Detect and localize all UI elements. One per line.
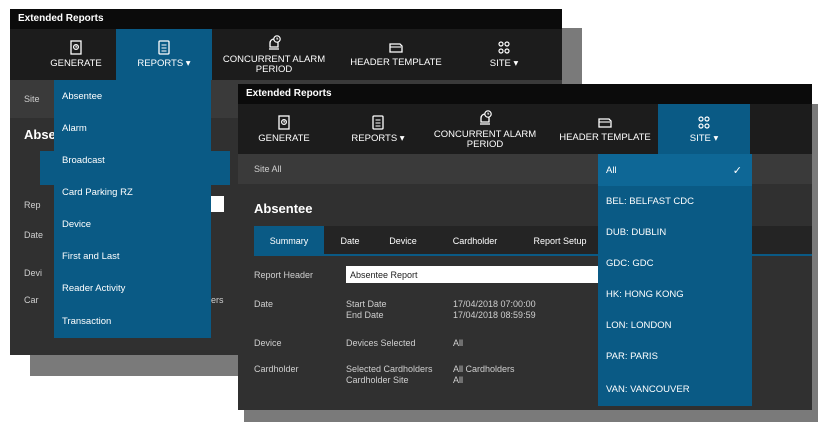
front-concurrent-line1: CONCURRENT ALARM [433,128,537,140]
front-reports-label: REPORTS ▾ [351,132,405,144]
start-date-label: Start Date [346,299,387,309]
reports-menu-item-first-and-last[interactable]: First and Last [54,240,211,272]
back-reports-button[interactable]: REPORTS ▾ [116,29,212,80]
reports-menu-item-device[interactable]: Device [54,208,211,240]
back-site-button[interactable]: SITE ▾ [456,29,552,80]
back-header-template-label: HEADER TEMPLATE [350,57,442,69]
back-generate-label: GENERATE [50,58,102,70]
end-date-label: End Date [346,310,384,320]
site-menu-item-all[interactable]: All ✓ [598,154,752,186]
site-menu-item-dub[interactable]: DUB: DUBLIN [598,217,752,248]
site-menu-item-van[interactable]: VAN: VANCOUVER [598,372,752,406]
front-reports-button[interactable]: REPORTS ▾ [332,104,424,154]
back-site-label: SITE ▾ [489,58,519,70]
site-menu-item-par[interactable]: PAR: PARIS [598,341,752,372]
reports-menu-item-broadcast[interactable]: Broadcast [54,144,211,176]
back-page-title: Abse [24,127,56,142]
front-generate-button[interactable]: GENERATE [238,104,330,154]
start-date-value: 17/04/2018 07:00:00 [453,299,536,309]
alarm-clock-icon [269,35,281,50]
site-menu-item-lon[interactable]: LON: LONDON [598,310,752,341]
reports-menu-item-alarm[interactable]: Alarm [54,112,211,144]
site-dropdown-menu: All ✓ BEL: BELFAST CDC DUB: DUBLIN GDC: … [598,154,752,406]
front-title: Extended Reports [238,84,812,104]
selected-cardholders-value: All Cardholders [453,364,515,374]
back-row-label-report: Rep [24,200,41,210]
reports-document-icon [158,40,170,55]
reports-document-icon [372,114,384,130]
back-title: Extended Reports [10,9,562,29]
front-generate-label: GENERATE [258,132,310,144]
cardholder-site-label: Cardholder Site [346,375,409,385]
checkmark-icon: ✓ [732,164,742,177]
back-row-label-cardholder: Car [24,295,39,305]
front-site-button[interactable]: SITE ▾ [658,104,750,154]
front-breadcrumb-site: Site All [254,164,282,174]
header-template-icon [598,117,612,128]
site-menu-item-bel[interactable]: BEL: BELFAST CDC [598,186,752,217]
site-menu-item-hk[interactable]: HK: HONG KONG [598,279,752,310]
front-site-label: SITE ▾ [689,132,719,144]
back-header-template-button[interactable]: HEADER TEMPLATE [340,29,452,80]
back-concurrent-alarm-button[interactable]: CONCURRENT ALARM PERIOD [216,29,332,80]
reports-menu-item-reader-activity[interactable]: Reader Activity [54,272,211,304]
end-date-value: 17/04/2018 08:59:59 [453,310,536,320]
devices-selected-value: All [453,338,464,348]
back-toolbar: GENERATE REPORTS ▾ CONCURRENT ALARM PERI… [10,29,562,80]
devices-selected-label: Devices Selected [346,338,416,348]
header-template-icon [389,43,403,53]
back-breadcrumb-site: Site [24,94,40,104]
front-concurrent-line2: PERIOD [466,138,504,150]
back-reports-label: REPORTS ▾ [137,58,191,70]
tab-device[interactable]: Device [378,226,428,256]
front-header-template-label: HEADER TEMPLATE [559,131,651,143]
tab-date[interactable]: Date [330,226,370,256]
site-location-icon [498,41,510,54]
date-label: Date [254,299,274,309]
tab-summary[interactable]: Summary [254,226,324,256]
back-cut-text: ers [211,295,224,305]
back-concurrent-line2: PERIOD [255,64,293,75]
reports-dropdown-menu: Absentee Alarm Broadcast Card Parking RZ… [54,80,211,338]
reports-menu-item-absentee[interactable]: Absentee [54,80,211,112]
cardholder-site-value: All [453,375,464,385]
back-row-label-device: Devi [24,268,43,278]
front-header-template-button[interactable]: HEADER TEMPLATE [552,104,658,154]
site-location-icon [698,115,710,129]
selected-cardholders-label: Selected Cardholders [346,364,433,374]
alarm-clock-icon [480,109,492,125]
device-label: Device [254,338,282,348]
tab-cardholder[interactable]: Cardholder [438,226,512,256]
generate-report-icon [70,40,82,55]
front-concurrent-alarm-button[interactable]: CONCURRENT ALARM PERIOD [426,104,544,154]
back-report-header-input[interactable] [210,196,224,212]
report-header-label: Report Header [254,270,314,280]
front-toolbar: GENERATE REPORTS ▾ CONCURRENT ALARM PERI… [238,104,812,154]
front-page-title: Absentee [254,201,313,216]
report-header-input[interactable]: Absentee Report [346,266,601,283]
tab-report-setup[interactable]: Report Setup [522,226,598,256]
site-menu-item-gdc[interactable]: GDC: GDC [598,248,752,279]
back-row-label-date: Date [24,230,44,240]
site-menu-item-all-label: All [606,164,617,176]
reports-menu-item-transaction[interactable]: Transaction [54,304,211,338]
reports-menu-item-card-parking-rz[interactable]: Card Parking RZ [54,176,211,208]
generate-report-icon [278,114,290,130]
cardholder-label: Cardholder [254,364,299,374]
